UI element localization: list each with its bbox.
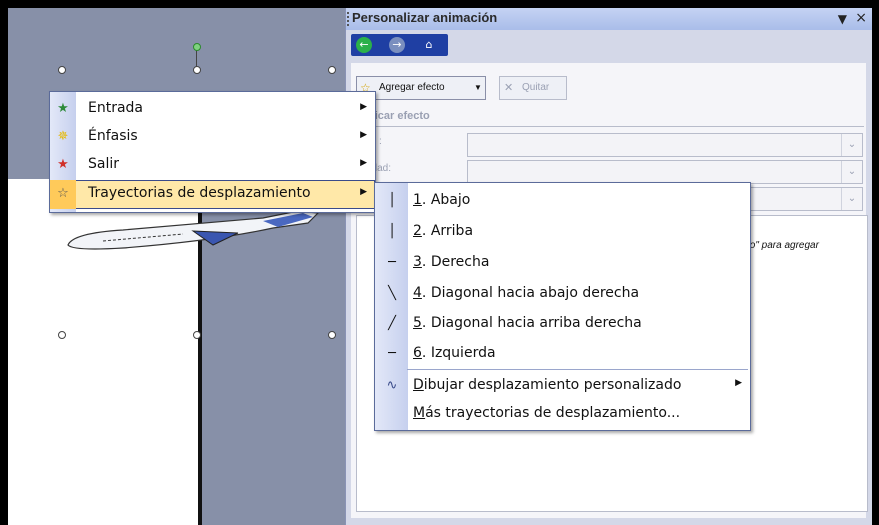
path-item-label: . Derecha bbox=[421, 254, 490, 270]
exit-star-icon: ★ bbox=[57, 157, 69, 172]
menu-separator bbox=[407, 369, 748, 370]
path-left-icon: ─ bbox=[388, 346, 396, 361]
resize-handle-tl[interactable] bbox=[58, 66, 66, 74]
menu-item-label: Salir bbox=[88, 156, 120, 172]
entrance-star-icon: ★ bbox=[57, 101, 69, 116]
add-effect-label: Agregar efecto bbox=[379, 82, 445, 93]
path-item-diag-down-right[interactable]: ╲ 4. Diagonal hacia abajo derecha bbox=[375, 279, 750, 309]
resize-handle-mr[interactable] bbox=[328, 331, 336, 339]
path-item-more[interactable]: Más trayectorias de desplazamiento... bbox=[375, 399, 750, 429]
path-item-label: . Diagonal hacia abajo derecha bbox=[421, 285, 640, 301]
drag-grip-icon[interactable] bbox=[347, 12, 351, 26]
path-diagonal-down-icon: ╲ bbox=[388, 286, 396, 301]
modify-effect-header-text: ificar efecto bbox=[368, 110, 430, 122]
close-icon[interactable]: × bbox=[855, 10, 867, 26]
resize-handle-tc[interactable] bbox=[193, 66, 201, 74]
path-item-down[interactable]: │ 1. Abajo bbox=[375, 186, 750, 216]
modify-effect-header: ificar efecto bbox=[356, 110, 864, 127]
path-item-left[interactable]: ─ 6. Izquierda bbox=[375, 339, 750, 369]
rotation-handle[interactable] bbox=[193, 43, 201, 51]
menu-item-entrance[interactable]: ★ Entrada ▶ bbox=[50, 95, 375, 124]
chevron-down-icon: ▼ bbox=[474, 83, 482, 92]
chevron-down-icon[interactable]: ⌄ bbox=[841, 161, 862, 183]
path-item-label: . Izquierda bbox=[421, 345, 496, 361]
path-item-num: 1 bbox=[413, 192, 422, 208]
path-item-num: 4 bbox=[413, 285, 422, 301]
chevron-down-icon[interactable]: ⌄ bbox=[841, 134, 862, 156]
add-effect-menu: ★ Entrada ▶ ✵ Énfasis ▶ ★ Salir ▶ ☆ Tray… bbox=[49, 91, 376, 213]
menu-item-label: Énfasis bbox=[88, 128, 138, 144]
emphasis-star-icon: ✵ bbox=[57, 129, 69, 144]
submenu-arrow-icon: ▶ bbox=[360, 102, 367, 112]
forward-icon[interactable]: → bbox=[389, 37, 405, 53]
submenu-arrow-icon: ▶ bbox=[360, 158, 367, 168]
path-item-diag-up-right[interactable]: ╱ 5. Diagonal hacia arriba derecha bbox=[375, 309, 750, 339]
custom-path-icon: ∿ bbox=[386, 378, 398, 393]
path-item-label: ás trayectorias de desplazamiento... bbox=[425, 405, 681, 421]
chevron-down-icon[interactable]: ⌄ bbox=[841, 188, 862, 210]
path-diagonal-up-icon: ╱ bbox=[388, 316, 396, 331]
path-item-mnemonic: M bbox=[413, 405, 426, 421]
path-item-mnemonic: D bbox=[413, 377, 424, 393]
path-item-num: 5 bbox=[413, 315, 422, 331]
remove-icon: ✕ bbox=[504, 82, 514, 94]
property-select[interactable]: ⌄ bbox=[467, 160, 863, 184]
pane-menu-dropdown-icon[interactable]: ▼ bbox=[838, 12, 847, 26]
menu-item-motion-paths[interactable]: ☆ Trayectorias de desplazamiento ▶ bbox=[50, 180, 375, 209]
home-icon[interactable]: ⌂ bbox=[421, 37, 437, 53]
path-item-label: . Arriba bbox=[421, 223, 474, 239]
submenu-arrow-icon: ▶ bbox=[735, 378, 742, 388]
start-select[interactable]: ⌄ bbox=[467, 133, 863, 157]
pane-title-bar: Personalizar animación ▼ × bbox=[346, 8, 872, 30]
menu-item-emphasis[interactable]: ✵ Énfasis ▶ bbox=[50, 123, 375, 152]
back-icon[interactable]: ← bbox=[356, 37, 372, 53]
app-window: Personalizar animación ▼ × ← → ⌂ ☆ Agreg… bbox=[8, 8, 872, 525]
resize-handle-ml[interactable] bbox=[58, 331, 66, 339]
motion-paths-submenu: │ 1. Abajo │ 2. Arriba ─ 3. Derecha ╲ 4.… bbox=[374, 182, 751, 431]
path-item-right[interactable]: ─ 3. Derecha bbox=[375, 248, 750, 278]
resize-handle-mc[interactable] bbox=[193, 331, 201, 339]
remove-button[interactable]: ✕ Quitar bbox=[499, 76, 567, 100]
path-up-icon: │ bbox=[388, 224, 396, 239]
pane-title: Personalizar animación bbox=[352, 10, 498, 25]
menu-item-exit[interactable]: ★ Salir ▶ bbox=[50, 151, 375, 180]
resize-handle-tr[interactable] bbox=[328, 66, 336, 74]
menu-item-label: Entrada bbox=[88, 100, 144, 116]
path-down-icon: │ bbox=[388, 193, 396, 208]
motion-path-star-icon: ☆ bbox=[57, 186, 69, 201]
path-item-label: ibujar desplazamiento personalizado bbox=[423, 377, 682, 393]
submenu-arrow-icon: ▶ bbox=[360, 130, 367, 140]
path-right-icon: ─ bbox=[388, 255, 396, 270]
empty-list-hint: to" para agregar bbox=[747, 240, 819, 251]
path-item-num: 2 bbox=[413, 223, 422, 239]
path-item-num: 3 bbox=[413, 254, 422, 270]
remove-label: Quitar bbox=[522, 82, 550, 93]
path-item-label: . Abajo bbox=[421, 192, 471, 208]
submenu-arrow-icon: ▶ bbox=[360, 187, 367, 197]
pane-nav-bar: ← → ⌂ bbox=[351, 34, 448, 56]
menu-item-label: Trayectorias de desplazamiento bbox=[88, 185, 311, 201]
path-item-label: . Diagonal hacia arriba derecha bbox=[421, 315, 642, 331]
path-item-custom[interactable]: ∿ Dibujar desplazamiento personalizado ▶ bbox=[375, 371, 750, 401]
path-item-up[interactable]: │ 2. Arriba bbox=[375, 217, 750, 247]
path-item-num: 6 bbox=[413, 345, 422, 361]
field1-label: : bbox=[379, 136, 382, 147]
